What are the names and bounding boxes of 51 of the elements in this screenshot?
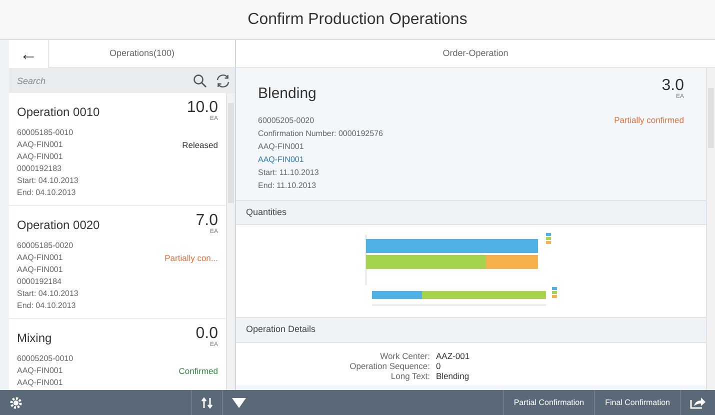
quantity-value: 7.0 bbox=[196, 213, 218, 229]
status-text: Partially confirmed bbox=[614, 114, 684, 126]
item-title: Operation 0020 bbox=[17, 217, 100, 234]
detail-text: Confirmation Number: 0000192576 bbox=[258, 128, 383, 140]
field-label: Long Text: bbox=[390, 370, 431, 380]
status-text: Released bbox=[182, 139, 218, 151]
field-value: 0 bbox=[436, 360, 441, 370]
item-detail: Start: 04.10.2013 bbox=[17, 175, 78, 187]
detail-link[interactable]: AAQ-FIN001 bbox=[258, 152, 304, 166]
footer-button[interactable]: Final Confirmation bbox=[594, 390, 680, 415]
status-text: Partially con... bbox=[164, 252, 218, 264]
detail-title: Order-Operation bbox=[442, 46, 508, 60]
search-field[interactable]: Search bbox=[9, 68, 189, 93]
item-title: Operation 0010 bbox=[17, 104, 100, 121]
item-detail: End: 04.10.2013 bbox=[17, 187, 77, 199]
window-title: Confirm Production Operations bbox=[248, 10, 468, 30]
item-detail: AAQ-FIN001 bbox=[17, 365, 64, 377]
back-button[interactable]: ← bbox=[9, 40, 49, 68]
quantity-value: 3.0 bbox=[662, 78, 684, 94]
field-label: Operation Sequence: bbox=[348, 360, 431, 370]
item-title: Mixing bbox=[17, 330, 52, 347]
quantity-value: 0.0 bbox=[196, 326, 218, 342]
item-detail: End: 04.10.2013 bbox=[17, 300, 77, 312]
status-text: Confirmed bbox=[178, 365, 218, 377]
quantity-value: 10.0 bbox=[186, 100, 218, 116]
refresh-icon[interactable] bbox=[211, 68, 235, 93]
operation-title: Blending bbox=[258, 84, 316, 104]
item-detail: 60005185-0020 bbox=[17, 240, 74, 252]
field-value: AAZ-001 bbox=[436, 350, 470, 360]
detail-text: End: 11.10.2013 bbox=[258, 180, 318, 192]
item-detail: AAQ-FIN001 bbox=[17, 377, 64, 389]
item-detail: 60005205-0010 bbox=[17, 353, 74, 365]
item-detail: 0000192184 bbox=[17, 276, 62, 288]
item-detail: 0000192183 bbox=[17, 163, 62, 175]
footer-button[interactable]: Partial Confirmation bbox=[502, 390, 594, 415]
section-header: Operation Details bbox=[236, 317, 706, 342]
detail-text: 60005205-0020 bbox=[258, 114, 316, 126]
item-detail: AAQ-FIN001 bbox=[17, 252, 64, 264]
item-detail: Start: 04.10.2013 bbox=[17, 288, 78, 300]
scrollbar[interactable] bbox=[226, 93, 235, 390]
item-detail: AAQ-FIN001 bbox=[17, 151, 64, 163]
field-label: Work Center: bbox=[379, 350, 431, 360]
item-detail: AAQ-FIN001 bbox=[17, 139, 64, 151]
item-detail: 60005185-0010 bbox=[17, 127, 74, 139]
list-title: Operations(100) bbox=[108, 46, 176, 60]
section-header: Quantities bbox=[236, 200, 706, 225]
detail-text: AAQ-FIN001 bbox=[258, 140, 305, 152]
scrollbar[interactable] bbox=[706, 68, 715, 390]
item-detail: AAQ-FIN001 bbox=[17, 264, 64, 276]
detail-text: Start: 11.10.2013 bbox=[258, 166, 320, 178]
field-value: Blending bbox=[436, 370, 470, 380]
